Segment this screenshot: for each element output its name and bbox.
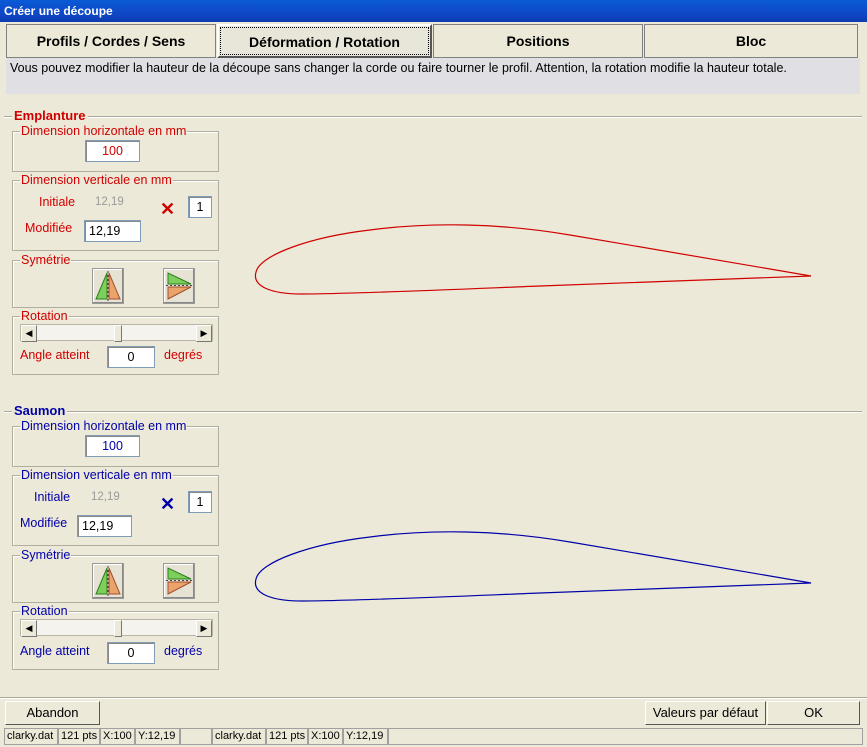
tip-multiplier-input[interactable]: 1: [188, 491, 212, 513]
section-title-tip: Saumon: [12, 403, 68, 418]
root-angle-label: Angle atteint: [20, 348, 90, 362]
status-tip-x: X:100: [308, 728, 343, 745]
status-tip-y: Y:12,19: [343, 728, 388, 745]
tip-initial-value: 12,19: [91, 491, 120, 503]
scroll-left-icon[interactable]: ◀: [21, 620, 37, 637]
defaults-button[interactable]: Valeurs par défaut: [645, 701, 766, 725]
root-symmetry-label: Symétrie: [20, 253, 72, 267]
scroll-right-icon[interactable]: ▶: [196, 620, 212, 637]
tip-initial-label: Initiale: [34, 490, 71, 504]
tip-angle-label: Angle atteint: [20, 644, 90, 658]
scroll-right-icon[interactable]: ▶: [196, 325, 212, 342]
cancel-button[interactable]: Abandon: [5, 701, 100, 725]
status-empty-cell: [180, 728, 212, 745]
root-modified-label: Modifiée: [25, 221, 73, 235]
status-tip-points: 121 pts: [266, 728, 308, 745]
root-rotation-thumb[interactable]: [113, 325, 122, 342]
mirror-horizontal-icon[interactable]: [163, 563, 195, 599]
root-angle-input[interactable]: 0: [107, 346, 155, 368]
root-multiplier-input[interactable]: 1: [188, 196, 212, 218]
tip-airfoil-preview: [254, 531, 812, 602]
tip-symmetry-label: Symétrie: [20, 548, 72, 562]
section-title-root: Emplanture: [12, 108, 88, 123]
tip-rotation-label: Rotation: [20, 604, 69, 618]
tip-vertical-label: Dimension verticale en mm: [20, 468, 173, 482]
root-horizontal-label: Dimension horizontale en mm: [20, 124, 188, 138]
status-root-points: 121 pts: [58, 728, 100, 745]
root-angle-unit: degrés: [164, 348, 203, 362]
status-tip-file: clarky.dat: [212, 728, 266, 745]
root-vertical-label: Dimension verticale en mm: [20, 173, 173, 187]
multiply-icon: ✕: [160, 494, 176, 514]
section-divider: [4, 116, 862, 118]
info-text: Vous pouvez modifier la hauteur de la dé…: [6, 58, 860, 94]
tip-horizontal-label: Dimension horizontale en mm: [20, 419, 188, 433]
tip-rotation-thumb[interactable]: [113, 620, 122, 637]
root-horizontal-input[interactable]: 100: [85, 140, 140, 162]
tip-angle-input[interactable]: 0: [107, 642, 155, 664]
mirror-vertical-icon[interactable]: [92, 563, 124, 599]
mirror-horizontal-icon[interactable]: [163, 268, 195, 304]
status-root-x: X:100: [100, 728, 135, 745]
status-root-y: Y:12,19: [135, 728, 180, 745]
bottom-divider: [0, 697, 867, 699]
tip-modified-label: Modifiée: [20, 516, 68, 530]
tab-profils[interactable]: Profils / Cordes / Sens: [6, 24, 216, 58]
root-airfoil-preview: [254, 224, 812, 295]
root-initial-label: Initiale: [39, 195, 76, 209]
tab-positions[interactable]: Positions: [433, 24, 643, 58]
section-divider: [4, 411, 862, 413]
status-root-file: clarky.dat: [4, 728, 58, 745]
tip-modified-input[interactable]: 12,19: [77, 515, 132, 537]
root-modified-input[interactable]: 12,19: [84, 220, 141, 242]
tip-rotation-slider[interactable]: ◀ ▶: [20, 619, 213, 637]
status-filler: [388, 728, 863, 745]
root-rotation-slider[interactable]: ◀ ▶: [20, 324, 213, 342]
root-initial-value: 12,19: [95, 196, 124, 208]
tip-horizontal-input[interactable]: 100: [85, 435, 140, 457]
scroll-left-icon[interactable]: ◀: [21, 325, 37, 342]
tab-deformation[interactable]: Déformation / Rotation: [217, 24, 432, 58]
tip-angle-unit: degrés: [164, 644, 203, 658]
window-title: Créer une découpe: [0, 0, 867, 22]
tab-bloc[interactable]: Bloc: [644, 24, 858, 58]
ok-button[interactable]: OK: [767, 701, 860, 725]
root-rotation-label: Rotation: [20, 309, 69, 323]
multiply-icon: ✕: [160, 199, 176, 219]
mirror-vertical-icon[interactable]: [92, 268, 124, 304]
